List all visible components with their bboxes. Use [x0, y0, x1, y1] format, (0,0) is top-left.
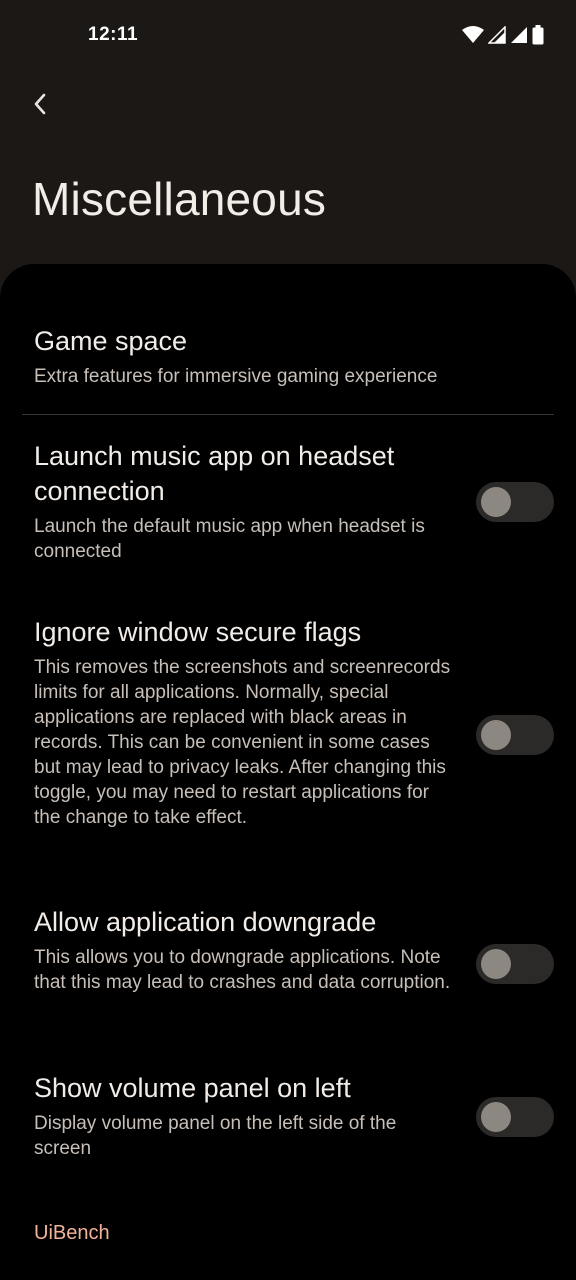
uibench-link[interactable]: UiBench [34, 1222, 110, 1245]
battery-icon [532, 25, 544, 45]
toggle-thumb [481, 949, 511, 979]
pref-allow-downgrade[interactable]: Allow application downgrade This allows … [34, 905, 554, 995]
pref-title: Game space [34, 326, 188, 356]
pref-summary: Display volume panel on the left side of… [34, 1113, 397, 1159]
status-icons [462, 24, 544, 46]
pref-title: Launch music app on headset connection [34, 441, 395, 506]
toggle-thumb [481, 487, 511, 517]
page-title: Miscellaneous [32, 173, 327, 225]
pref-ignore-secure-flags[interactable]: Ignore window secure flags This removes … [34, 615, 554, 830]
back-button[interactable] [22, 88, 58, 124]
pref-summary: Extra features for immersive gaming expe… [34, 366, 438, 387]
pref-summary: Launch the default music app when headse… [34, 516, 425, 562]
chevron-left-icon [33, 93, 47, 120]
status-time: 12:11 [88, 24, 139, 45]
volume-panel-left-toggle[interactable] [476, 1097, 554, 1137]
toggle-thumb [481, 1102, 511, 1132]
pref-title: Show volume panel on left [34, 1073, 351, 1103]
signal-icon [488, 26, 506, 44]
pref-summary: This removes the screenshots and screenr… [34, 657, 451, 828]
signal-icon [510, 26, 528, 44]
toggle-thumb [481, 720, 511, 750]
ignore-secure-flags-toggle[interactable] [476, 715, 554, 755]
pref-title: Ignore window secure flags [34, 617, 362, 647]
wifi-icon [462, 26, 484, 44]
pref-summary: This allows you to downgrade application… [34, 947, 451, 993]
status-bar: 12:11 [0, 0, 576, 70]
pref-title: Allow application downgrade [34, 907, 377, 937]
divider [22, 414, 554, 415]
launch-music-app-toggle[interactable] [476, 482, 554, 522]
pref-game-space[interactable]: Game space Extra features for immersive … [34, 324, 554, 389]
allow-downgrade-toggle[interactable] [476, 944, 554, 984]
settings-screen: 12:11 Miscellaneous Game space Extra fea [0, 0, 576, 1280]
